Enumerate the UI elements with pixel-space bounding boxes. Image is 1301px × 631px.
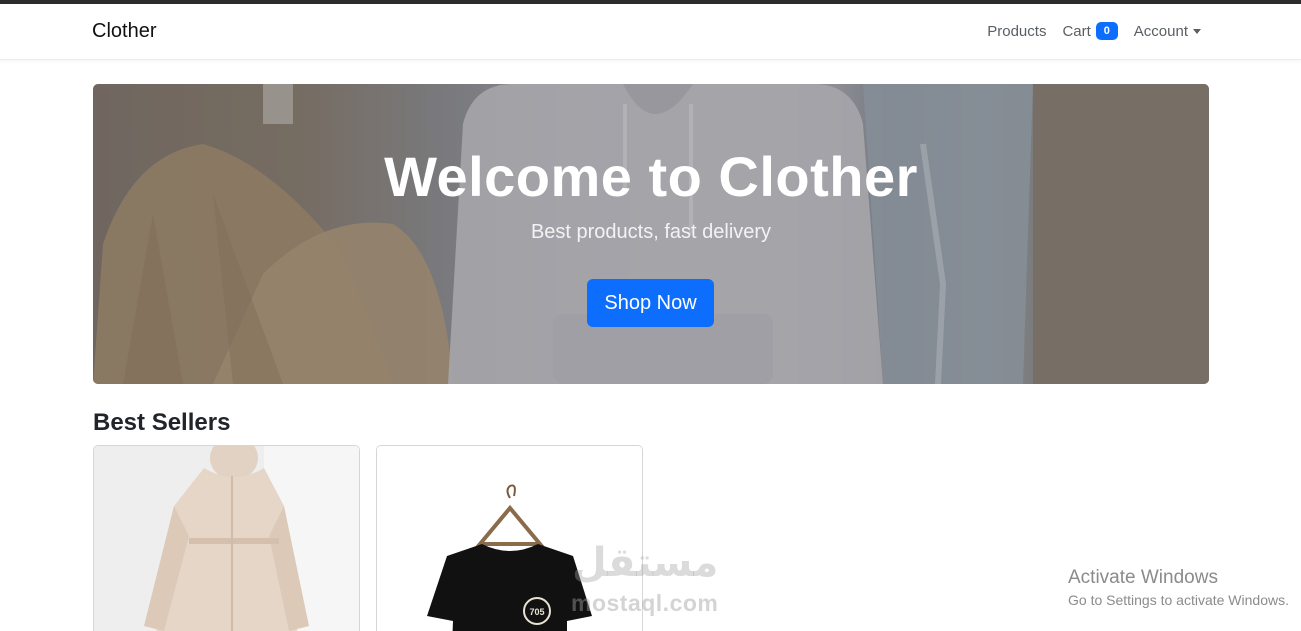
- best-sellers-heading: Best Sellers: [93, 409, 231, 436]
- watermark-arabic: مستقل: [572, 541, 719, 585]
- tshirt-print-text: 705: [529, 607, 544, 617]
- hero-title: Welcome to Clother: [384, 145, 918, 208]
- nav-products-link[interactable]: Products: [987, 23, 1046, 40]
- product-image-abaya: [94, 446, 359, 631]
- nav-cart-link[interactable]: Cart 0: [1062, 22, 1118, 40]
- activate-windows-title: Activate Windows: [1068, 567, 1218, 588]
- activate-windows-subtitle: Go to Settings to activate Windows.: [1068, 592, 1289, 608]
- cart-count-badge: 0: [1095, 22, 1118, 40]
- hero-subtitle: Best products, fast delivery: [530, 221, 772, 243]
- cart-label: Cart: [1062, 22, 1091, 40]
- nav-account-dropdown[interactable]: Account: [1134, 23, 1201, 40]
- product-card[interactable]: [93, 445, 360, 631]
- hero-banner: Welcome to Clother Best products, fast d…: [93, 84, 1209, 384]
- brand-logo[interactable]: Clother: [92, 20, 156, 43]
- caret-down-icon: [1193, 28, 1201, 34]
- watermark-latin: mostaql.com: [571, 590, 719, 616]
- nav-links: Products Cart 0 Account: [987, 22, 1201, 40]
- navbar: Clother Products Cart 0 Account: [0, 4, 1301, 60]
- shop-now-button[interactable]: Shop Now: [587, 279, 714, 327]
- account-label: Account: [1133, 22, 1188, 40]
